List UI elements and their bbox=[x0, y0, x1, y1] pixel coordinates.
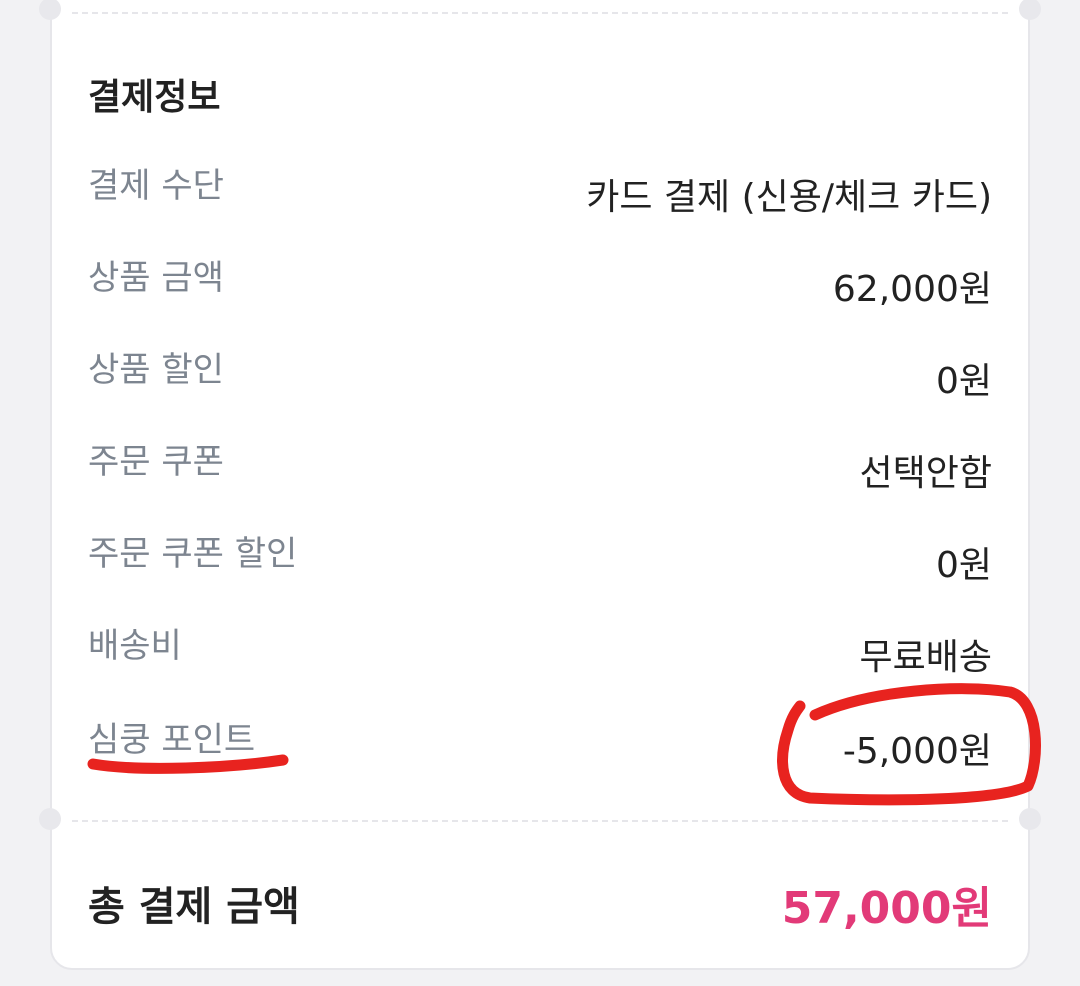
top-dashed-divider bbox=[72, 12, 1008, 14]
card-notch-top-right bbox=[1019, 0, 1041, 20]
order-coupon-label: 주문 쿠폰 bbox=[88, 442, 224, 482]
points-label: 심쿵 포인트 bbox=[88, 720, 256, 760]
payment-method-label: 결제 수단 bbox=[88, 166, 224, 206]
points-value: -5,000원 bbox=[842, 731, 992, 772]
section-title: 결제정보 bbox=[88, 77, 221, 118]
card-notch-mid-right bbox=[1019, 808, 1041, 830]
product-discount-row: 상품 할인 0원 bbox=[88, 342, 992, 402]
payment-method-row: 결제 수단 카드 결제 (신용/체크 카드) bbox=[88, 158, 992, 218]
product-amount-value: 62,000원 bbox=[832, 269, 992, 310]
product-discount-value: 0원 bbox=[935, 361, 992, 402]
order-coupon-row: 주문 쿠폰 선택안함 bbox=[88, 434, 992, 494]
bottom-dashed-divider bbox=[72, 820, 1008, 822]
card-notch-mid-left bbox=[39, 808, 61, 830]
order-coupon-value: 선택안함 bbox=[859, 453, 992, 494]
shipping-fee-row: 배송비 무료배송 bbox=[88, 618, 992, 678]
payment-method-value: 카드 결제 (신용/체크 카드) bbox=[586, 177, 992, 218]
order-coupon-discount-value: 0원 bbox=[935, 545, 992, 586]
total-payment-label: 총 결제 금액 bbox=[88, 884, 300, 930]
order-coupon-discount-label: 주문 쿠폰 할인 bbox=[88, 534, 298, 574]
shipping-fee-value: 무료배송 bbox=[859, 637, 992, 678]
product-amount-label: 상품 금액 bbox=[88, 258, 224, 298]
points-row: 심쿵 포인트 -5,000원 bbox=[88, 712, 992, 772]
product-discount-label: 상품 할인 bbox=[88, 350, 224, 390]
total-payment-value: 57,000원 bbox=[781, 883, 992, 934]
order-coupon-discount-row: 주문 쿠폰 할인 0원 bbox=[88, 526, 992, 586]
product-amount-row: 상품 금액 62,000원 bbox=[88, 250, 992, 310]
shipping-fee-label: 배송비 bbox=[88, 626, 182, 666]
